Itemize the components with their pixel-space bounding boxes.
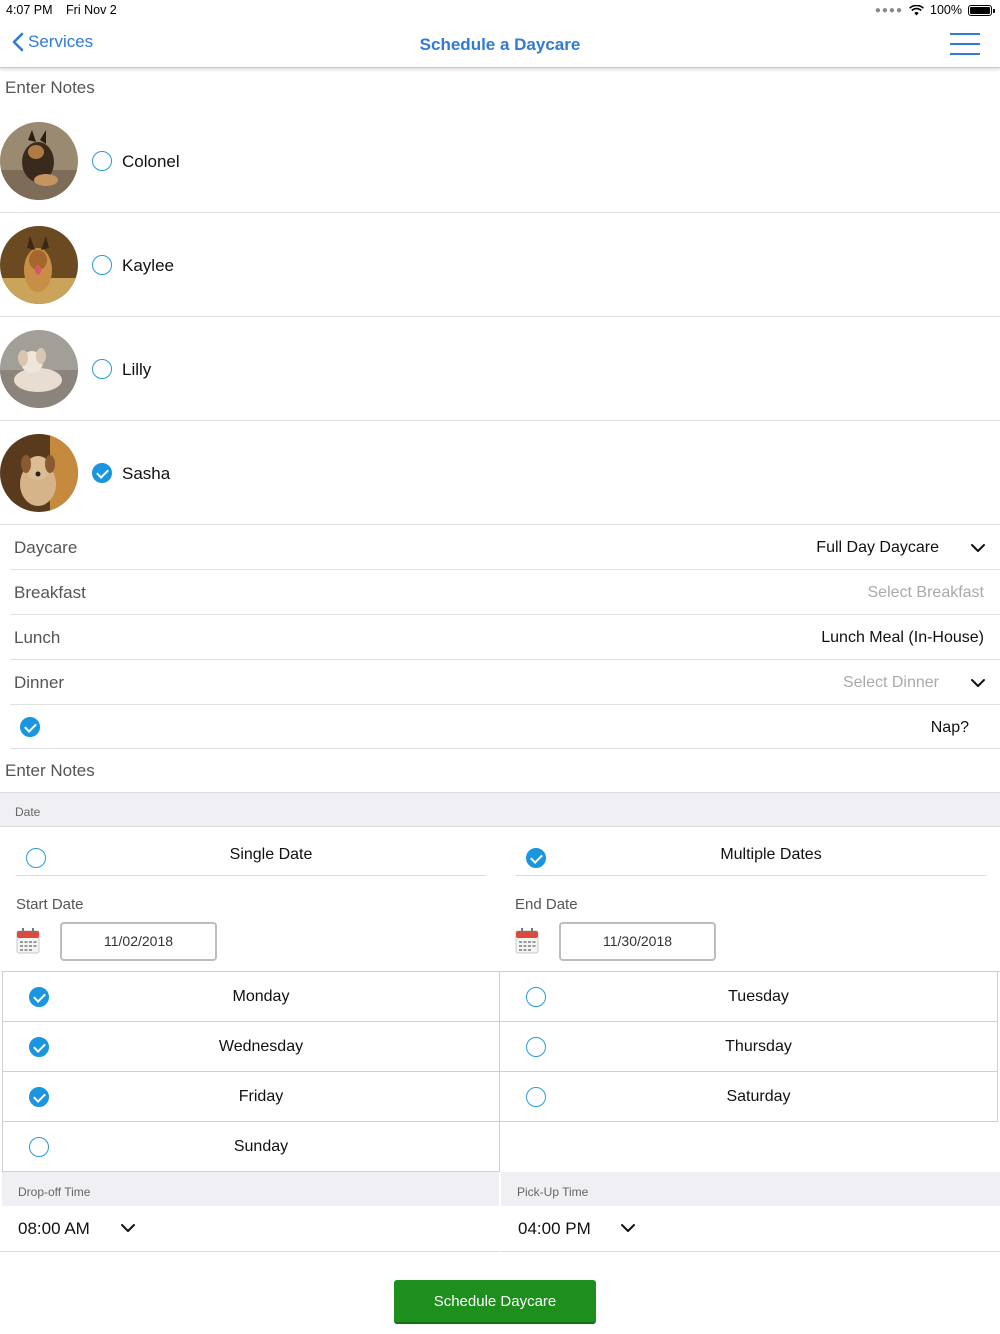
- date-section-title: Date: [15, 805, 41, 819]
- breakfast-row[interactable]: Breakfast Select Breakfast: [10, 570, 1000, 615]
- calendar-icon[interactable]: [515, 928, 539, 954]
- pet-row-colonel[interactable]: Colonel: [0, 109, 1000, 213]
- pickup-time-header: Pick-Up Time: [501, 1172, 1000, 1206]
- breakfast-select[interactable]: Select Breakfast: [868, 584, 985, 602]
- dinner-row[interactable]: Dinner Select Dinner: [10, 660, 1000, 705]
- status-date: Fri Nov 2: [66, 3, 117, 17]
- pet-select-radio[interactable]: [92, 151, 112, 171]
- pet-row-lilly[interactable]: Lilly: [0, 317, 1000, 421]
- status-bar: 4:07 PM Fri Nov 2 ●●●● 100%: [0, 0, 1000, 22]
- day-label: Friday: [238, 1088, 284, 1105]
- pet-select-radio[interactable]: [92, 359, 112, 379]
- single-date-option[interactable]: Single Date: [16, 826, 486, 876]
- battery-icon: [968, 4, 995, 16]
- status-time: 4:07 PM: [6, 3, 53, 17]
- daycare-row[interactable]: Daycare Full Day Daycare: [10, 525, 1000, 570]
- pet-select-radio[interactable]: [92, 255, 112, 275]
- wifi-icon: [909, 4, 924, 15]
- hamburger-menu-icon[interactable]: [950, 33, 980, 55]
- navigation-bar: Services Schedule a Daycare: [0, 22, 1000, 68]
- day-label: Sunday: [233, 1138, 289, 1155]
- day-label: Thursday: [725, 1038, 792, 1055]
- chevron-down-icon[interactable]: [120, 1220, 136, 1236]
- battery-percent: 100%: [930, 3, 962, 17]
- chevron-down-icon[interactable]: [970, 540, 986, 556]
- start-date-label: Start Date: [16, 896, 84, 913]
- chevron-down-icon[interactable]: [620, 1220, 636, 1236]
- avatar: [0, 122, 78, 200]
- multiple-dates-radio[interactable]: [526, 848, 546, 868]
- lunch-value[interactable]: Lunch Meal (In-House): [821, 629, 984, 647]
- pet-name: Kaylee: [122, 256, 174, 275]
- day-saturday[interactable]: Saturday: [500, 1072, 998, 1122]
- nap-label: Nap?: [930, 719, 969, 736]
- dinner-select[interactable]: Select Dinner: [843, 674, 939, 692]
- day-label: Saturday: [726, 1088, 791, 1105]
- date-section-header: Date: [0, 792, 1000, 827]
- avatar: [0, 434, 78, 512]
- pet-name: Colonel: [122, 152, 180, 171]
- schedule-daycare-button[interactable]: Schedule Daycare: [394, 1280, 596, 1324]
- dropoff-time-value: 08:00 AM: [18, 1219, 90, 1238]
- enter-notes-top[interactable]: Enter Notes: [5, 78, 95, 98]
- lunch-label: Lunch: [14, 628, 61, 647]
- avatar: [0, 226, 78, 304]
- chevron-down-icon[interactable]: [970, 675, 986, 691]
- day-friday[interactable]: Friday: [2, 1072, 500, 1122]
- pet-name: Lilly: [122, 360, 152, 379]
- day-label: Wednesday: [218, 1038, 304, 1055]
- end-date-label: End Date: [515, 896, 578, 913]
- single-date-label: Single Date: [229, 846, 313, 863]
- end-date-field[interactable]: 11/30/2018: [559, 922, 716, 961]
- pickup-time-select[interactable]: 04:00 PM: [500, 1206, 1000, 1252]
- pet-name: Sasha: [122, 464, 171, 483]
- cellular-signal-icon: ●●●●: [874, 4, 904, 16]
- day-label: Monday: [232, 988, 290, 1005]
- lunch-row[interactable]: Lunch Lunch Meal (In-House): [10, 615, 1000, 660]
- pickup-time-value: 04:00 PM: [518, 1219, 591, 1238]
- pet-select-radio[interactable]: [92, 463, 112, 483]
- dropoff-time-label: Drop-off Time: [18, 1185, 91, 1199]
- day-wednesday[interactable]: Wednesday: [2, 1022, 500, 1072]
- breakfast-label: Breakfast: [14, 583, 86, 602]
- day-thursday[interactable]: Thursday: [500, 1022, 998, 1072]
- daycare-value[interactable]: Full Day Daycare: [816, 539, 939, 557]
- pickup-time-label: Pick-Up Time: [517, 1185, 589, 1199]
- dropoff-time-select[interactable]: 08:00 AM: [0, 1206, 499, 1252]
- dinner-label: Dinner: [14, 673, 65, 692]
- page-title: Schedule a Daycare: [419, 35, 581, 54]
- nap-row[interactable]: Nap?: [10, 705, 1000, 749]
- day-label: Tuesday: [728, 988, 789, 1005]
- pet-row-sasha[interactable]: Sasha: [0, 421, 1000, 525]
- day-sunday[interactable]: Sunday: [2, 1122, 500, 1172]
- enter-notes-bottom[interactable]: Enter Notes: [5, 761, 95, 781]
- day-tuesday[interactable]: Tuesday: [500, 972, 998, 1022]
- nap-checkbox[interactable]: [20, 717, 40, 737]
- calendar-icon[interactable]: [16, 928, 40, 954]
- daycare-label: Daycare: [14, 538, 78, 557]
- avatar: [0, 330, 78, 408]
- multiple-dates-option[interactable]: Multiple Dates: [516, 826, 986, 876]
- day-monday[interactable]: Monday: [2, 972, 500, 1022]
- dropoff-time-header: Drop-off Time: [2, 1172, 499, 1206]
- multiple-dates-label: Multiple Dates: [720, 846, 822, 863]
- single-date-radio[interactable]: [26, 848, 46, 868]
- start-date-field[interactable]: 11/02/2018: [60, 922, 217, 961]
- pet-row-kaylee[interactable]: Kaylee: [0, 213, 1000, 317]
